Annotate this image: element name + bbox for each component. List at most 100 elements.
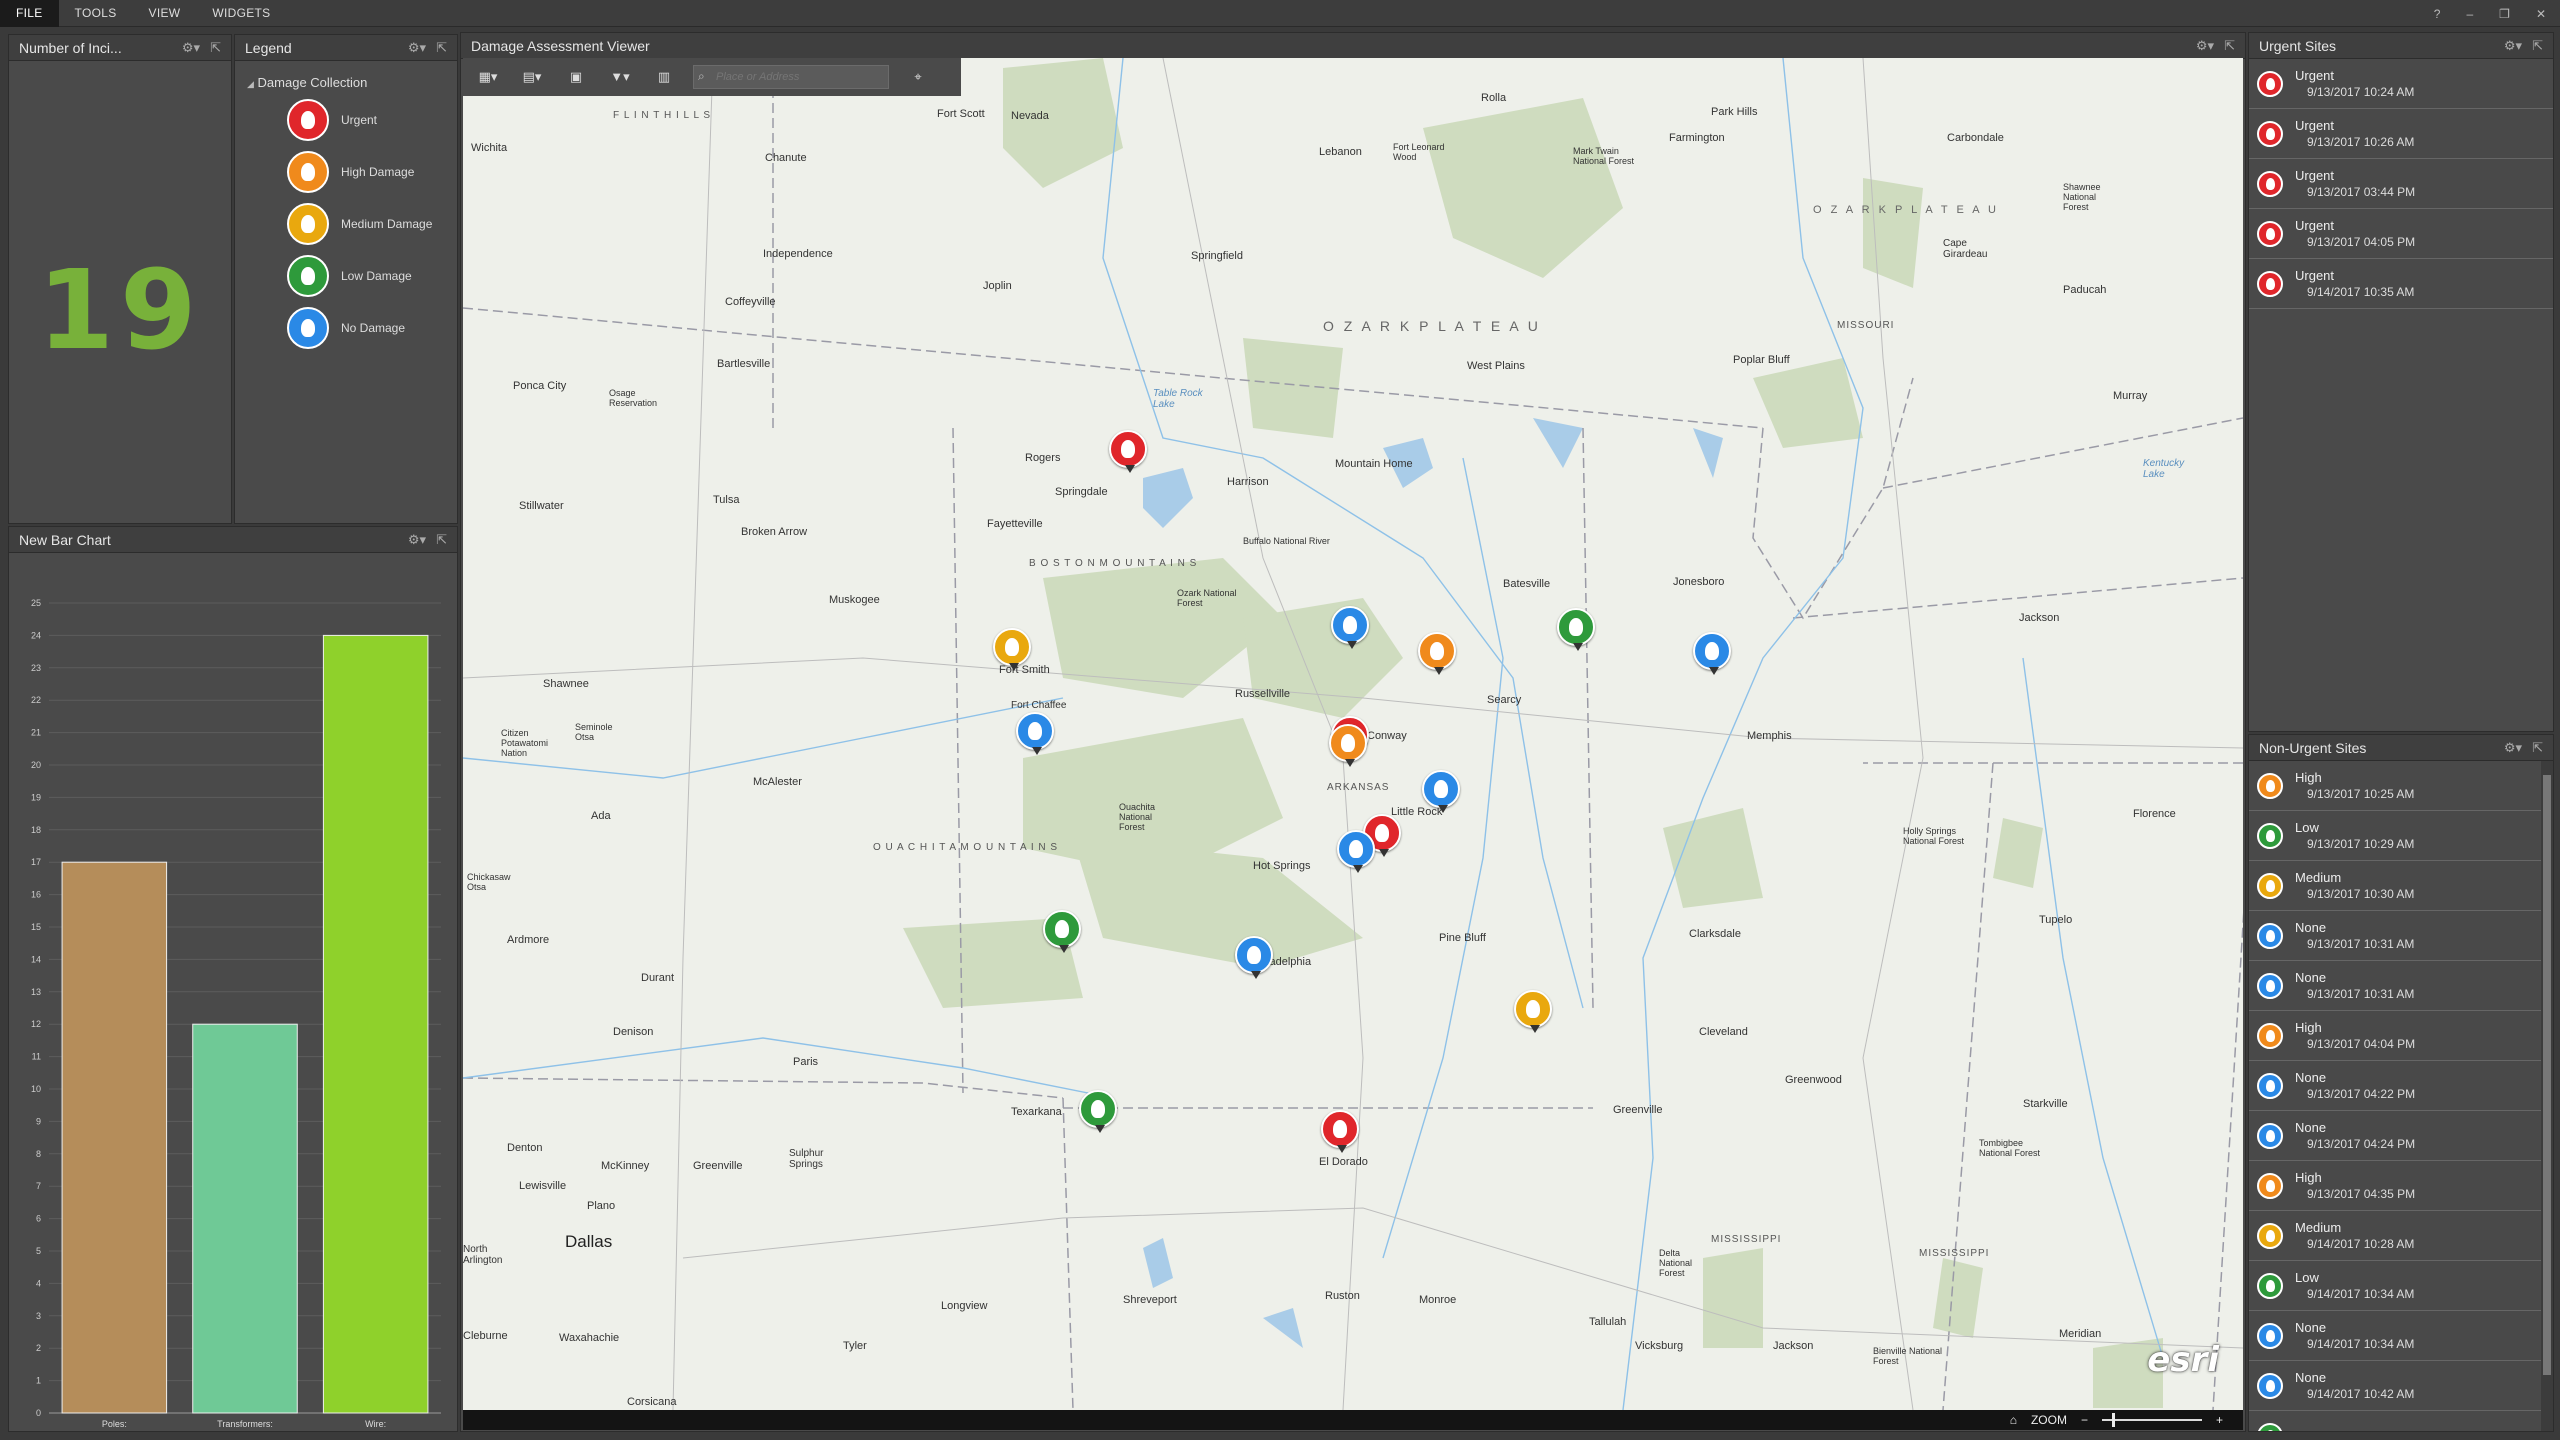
label-ozark-plateau: O Z A R K P L A T E A U [1323, 318, 1541, 334]
zoom-in-button[interactable]: + [2216, 1413, 2223, 1427]
pin-icon[interactable]: ⇱ [2532, 740, 2543, 756]
pin-icon[interactable]: ⇱ [436, 532, 447, 548]
site-row[interactable]: None 9/13/2017 04:22 PM [2249, 1061, 2541, 1111]
y-tick-label: 13 [31, 987, 41, 997]
site-time: 9/13/2017 04:24 PM [2307, 1136, 2416, 1151]
label-plano: Plano [587, 1200, 616, 1212]
lightbulb-icon [2265, 979, 2275, 992]
incident-pin[interactable] [1337, 830, 1375, 873]
y-tick-label: 18 [31, 825, 41, 835]
lightbulb-icon [2265, 277, 2275, 290]
site-row[interactable]: Urgent 9/13/2017 04:05 PM [2249, 209, 2553, 259]
incident-pin[interactable] [1514, 990, 1552, 1033]
site-row[interactable]: Urgent 9/13/2017 10:26 AM [2249, 109, 2553, 159]
legend-group-toggle[interactable]: ◢ Damage Collection [235, 61, 457, 90]
incident-pin[interactable] [1321, 1110, 1359, 1153]
legend-item: High Damage [235, 146, 457, 198]
help-icon[interactable]: ? [2434, 7, 2441, 21]
gear-icon[interactable]: ⚙▾ [408, 532, 426, 548]
label-tallulah: Tallulah [1589, 1316, 1627, 1328]
incident-pin[interactable] [1422, 770, 1460, 813]
site-row[interactable]: None 9/13/2017 04:24 PM [2249, 1111, 2541, 1161]
gear-icon[interactable]: ⚙▾ [2196, 38, 2214, 54]
incident-pin[interactable] [1418, 632, 1456, 675]
gear-icon[interactable]: ⚙▾ [182, 40, 200, 56]
site-row[interactable]: High 9/13/2017 04:35 PM [2249, 1161, 2541, 1211]
site-text: Urgent 9/13/2017 10:24 AM [2295, 68, 2414, 100]
locate-icon[interactable]: ⌖ [903, 69, 933, 85]
site-symbol-icon [2257, 1172, 2283, 1199]
table-icon[interactable]: ▥ [649, 69, 679, 85]
pin-icon[interactable]: ⇱ [2224, 38, 2235, 54]
site-row[interactable]: Urgent 9/14/2017 10:35 AM [2249, 259, 2553, 309]
site-row[interactable]: Urgent 9/13/2017 10:24 AM [2249, 59, 2553, 109]
site-row[interactable]: None 9/14/2017 10:34 AM [2249, 1311, 2541, 1361]
pin-icon[interactable]: ⇱ [210, 40, 221, 56]
zoom-out-button[interactable]: − [2081, 1413, 2088, 1427]
site-time: 9/13/2017 10:30 AM [2307, 886, 2415, 901]
minimize-icon[interactable]: – [2466, 7, 2473, 21]
gear-icon[interactable]: ⚙▾ [2504, 38, 2522, 54]
zoom-slider-thumb[interactable] [2111, 1413, 2115, 1427]
site-row[interactable]: Urgent 9/13/2017 03:44 PM [2249, 159, 2553, 209]
site-row[interactable]: Medium 9/14/2017 10:28 AM [2249, 1211, 2541, 1261]
urgent-sites-panel: Urgent Sites ⚙▾ ⇱ Urgent 9/13/2017 10:24 … [2248, 32, 2554, 732]
incident-pin[interactable] [993, 628, 1031, 671]
menu-widgets[interactable]: WIDGETS [196, 0, 286, 27]
incident-pin[interactable] [1331, 606, 1369, 649]
layer-list-icon[interactable]: ▤▾ [517, 69, 547, 85]
incident-pin[interactable] [1016, 712, 1054, 755]
incident-pin[interactable] [1693, 632, 1731, 675]
incident-pin[interactable] [1235, 936, 1273, 979]
scroll-thumb[interactable] [2543, 775, 2551, 1375]
pin-icon[interactable]: ⇱ [2532, 38, 2543, 54]
site-text: Low 9/13/2017 10:29 AM [2295, 820, 2414, 852]
site-time: 9/13/2017 10:25 AM [2307, 786, 2415, 801]
gear-icon[interactable]: ⚙▾ [2504, 740, 2522, 756]
home-icon[interactable]: ⌂ [2010, 1413, 2017, 1427]
lightbulb-icon [2265, 1079, 2275, 1092]
incident-pin[interactable] [1109, 430, 1147, 473]
site-row[interactable]: High 9/13/2017 10:25 AM [2249, 761, 2541, 811]
scrollbar[interactable] [2541, 761, 2553, 1431]
y-tick-label: 2 [36, 1343, 41, 1353]
zoom-slider[interactable] [2101, 1413, 2202, 1427]
y-tick-label: 21 [31, 728, 41, 738]
incident-pin[interactable] [1557, 608, 1595, 651]
gear-icon[interactable]: ⚙▾ [408, 40, 426, 56]
basemap-gallery-icon[interactable]: ▦▾ [473, 69, 503, 85]
pin-icon[interactable]: ⇱ [436, 40, 447, 56]
panel-title: Urgent Sites [2259, 37, 2337, 54]
panel-title: Number of Inci... [19, 39, 122, 56]
label-cleburne: Cleburne [463, 1330, 508, 1342]
label-rolla: Rolla [1481, 92, 1507, 104]
legend-items: Urgent High Damage Medium Damage Low Damage… [235, 90, 457, 354]
incident-pin[interactable] [1043, 910, 1081, 953]
bookmark-icon[interactable]: ▣ [561, 69, 591, 85]
menu-tools[interactable]: TOOLS [59, 0, 133, 27]
menu-file[interactable]: FILE [0, 0, 59, 27]
incident-pin[interactable] [1329, 724, 1367, 767]
label-springfield: Springfield [1191, 250, 1243, 262]
site-row[interactable]: Low 9/13/2017 10:29 AM [2249, 811, 2541, 861]
site-row[interactable]: Low [2249, 1411, 2541, 1431]
label-sulphur-springs: Sulphur Springs [789, 1148, 824, 1170]
filter-icon[interactable]: ▼▾ [605, 69, 635, 85]
label-arkansas: ARKANSAS [1327, 782, 1390, 793]
menu-view[interactable]: VIEW [133, 0, 197, 27]
site-row[interactable]: None 9/13/2017 10:31 AM [2249, 961, 2541, 1011]
site-row[interactable]: Low 9/14/2017 10:34 AM [2249, 1261, 2541, 1311]
site-symbol-icon [2257, 120, 2283, 147]
search-input[interactable] [693, 65, 889, 89]
site-text: Urgent 9/13/2017 04:05 PM [2295, 218, 2415, 250]
site-text: Medium 9/13/2017 10:30 AM [2295, 870, 2414, 902]
site-row[interactable]: None 9/13/2017 10:31 AM [2249, 911, 2541, 961]
label-murray: Murray [2113, 390, 2148, 402]
incident-pin[interactable] [1079, 1090, 1117, 1133]
site-row[interactable]: Medium 9/13/2017 10:30 AM [2249, 861, 2541, 911]
site-row[interactable]: High 9/13/2017 04:04 PM [2249, 1011, 2541, 1061]
restore-icon[interactable]: ❐ [2499, 7, 2510, 21]
site-row[interactable]: None 9/14/2017 10:42 AM [2249, 1361, 2541, 1411]
map-canvas[interactable]: F L I N T H I L L S Fort Scott Nevada Ro… [463, 58, 2243, 1410]
close-icon[interactable]: ✕ [2536, 7, 2546, 21]
